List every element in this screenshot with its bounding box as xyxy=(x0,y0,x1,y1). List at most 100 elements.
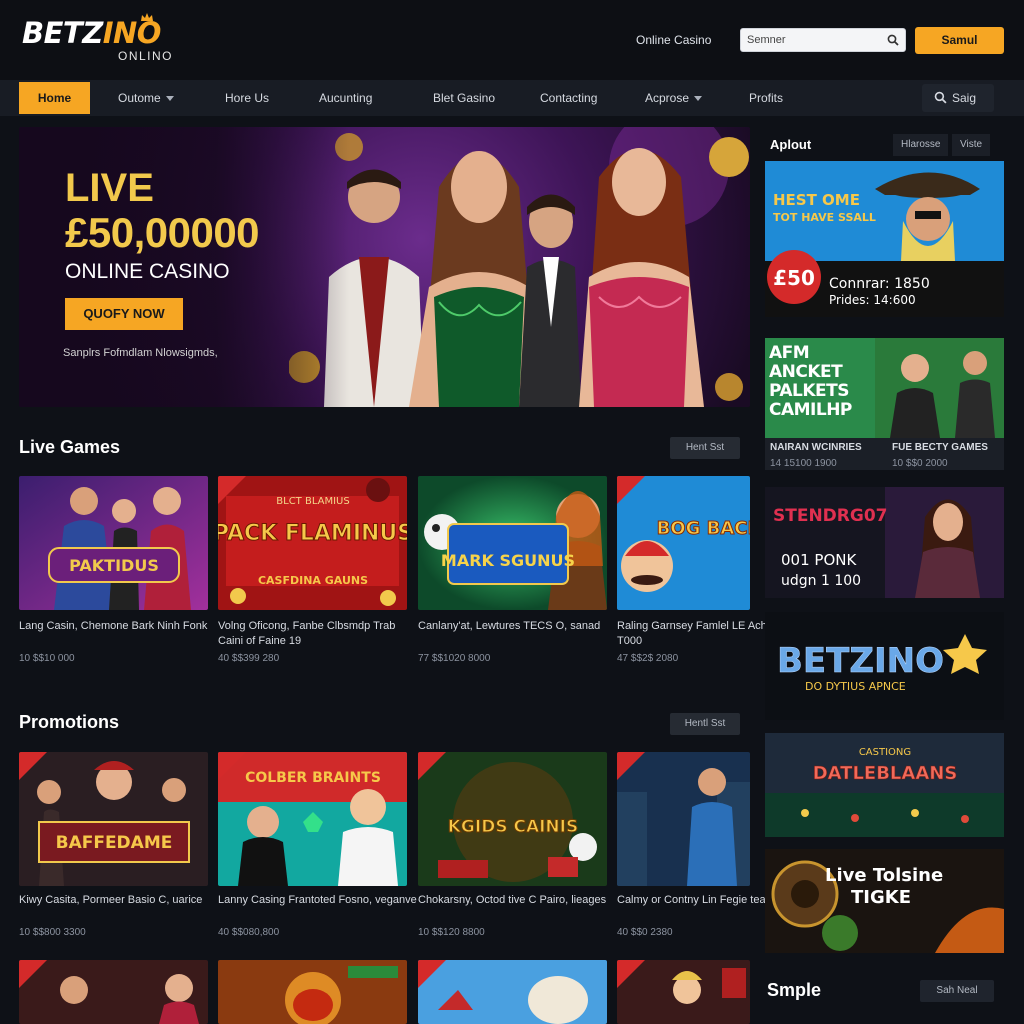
nav-item-contacting[interactable]: Contacting xyxy=(540,80,597,116)
search-field[interactable] xyxy=(740,28,906,52)
new-badge xyxy=(617,476,645,504)
hero-small-text: Sanplrs Fofmdlam Nlowsigmds, xyxy=(63,347,218,359)
nav-item-profits[interactable]: Profits xyxy=(749,80,783,116)
nav-item-home[interactable]: Home xyxy=(19,82,90,114)
game-caption: Canlany'at, Lewtures TECS O, sanad xyxy=(418,620,601,632)
hero-banner[interactable]: LIVE £50,00000 ONLINE CASINO QUOFY NOW S… xyxy=(19,127,750,407)
promotions-see-all[interactable]: Hentl Sst xyxy=(670,713,740,735)
right-panel-tab[interactable]: Hlarosse xyxy=(893,134,949,156)
right-promo-4[interactable]: BETZINO DO DYTIUS APNCE xyxy=(765,612,1004,720)
game-meta: 47 $$2$ 2080 xyxy=(617,653,679,664)
simple-section-title: Smple xyxy=(767,980,822,1000)
game-card[interactable]: BOG BACK xyxy=(617,476,750,610)
search-icon[interactable] xyxy=(887,34,899,46)
right-promo-art-text: BETZINO xyxy=(777,641,944,681)
nav-item-outome[interactable]: Outome xyxy=(118,80,174,116)
game-thumbnail xyxy=(418,960,607,1024)
game-meta: 10 $$10 000 xyxy=(19,653,75,664)
right-promo-detail1: Connrar: 1850 xyxy=(829,276,930,292)
right-promo-6[interactable]: Live Tolsine TIGKE xyxy=(765,849,1004,953)
promo-card[interactable]: KGIDS CAINIS xyxy=(418,752,607,886)
promo-caption: Chokarsny, Octod tive C Pairo, lieages xyxy=(418,894,607,906)
right-promo-detail2: Prides: 14:600 xyxy=(829,293,916,307)
promo-meta: 10 $$120 8800 xyxy=(418,927,485,938)
promo-meta: 40 $$0 2380 xyxy=(617,927,673,938)
new-badge xyxy=(418,960,446,988)
promo-thumbnail: COLBER BRAINTS xyxy=(218,752,407,886)
chevron-down-icon xyxy=(165,96,174,102)
right-promo-2[interactable]: AFM ANCKET PALKETS CAMILHP NAIRAN WCINRI… xyxy=(765,338,1004,470)
new-badge xyxy=(19,960,47,988)
right-promo-1[interactable]: HEST OME TOT HAVE SSALL £50 Connrar: 185… xyxy=(765,161,1004,317)
search-input[interactable] xyxy=(741,29,881,51)
game-thumbnail: PAKTIDUS xyxy=(19,476,208,610)
game-art-text: MARK SGUNUS xyxy=(441,551,575,570)
right-promo-art-text: AFM ANCKET PALKETS CAMILHP xyxy=(769,344,852,420)
promo-art-text: KGIDS CAINIS xyxy=(448,817,578,837)
nav-item-hore-us[interactable]: Hore Us xyxy=(225,80,269,116)
game-thumbnail xyxy=(19,960,208,1024)
game-thumbnail: BLCT BLAMIUS PACK FLAMINUS CASFDINA GAUN… xyxy=(218,476,407,610)
hero-title: LIVE xyxy=(65,166,154,210)
logo-tagline: ONLINO xyxy=(118,49,174,63)
new-badge xyxy=(218,752,246,780)
new-badge xyxy=(617,960,645,988)
game-card[interactable] xyxy=(418,960,607,1024)
right-promo-image: AFM ANCKET PALKETS CAMILHP xyxy=(765,338,1004,438)
game-art-text: PAKTIDUS xyxy=(69,556,159,575)
promo-meta: 10 $$800 3300 xyxy=(19,927,86,938)
right-promo-art-top: STENDRG07 xyxy=(773,506,888,526)
brand-logo[interactable]: BETZINO ONLINO xyxy=(22,13,182,66)
nav-search-label: Saig xyxy=(952,91,977,105)
right-promo-meta: 10 $$0 2000 xyxy=(892,458,948,469)
right-promo-image: CASTIONG DATLEBLAANS xyxy=(765,733,1004,837)
hero-cta-button[interactable]: QUOFY NOW xyxy=(65,298,183,330)
nav-label: Acprose xyxy=(645,91,690,105)
promo-art-text: BAFFEDAME xyxy=(56,833,173,853)
game-card[interactable]: MARK SGUNUS xyxy=(418,476,607,610)
nav-search-button[interactable]: Saig xyxy=(922,84,994,112)
main-nav: Home Outome Hore Us Aucunting Blet Gasin… xyxy=(0,80,1024,116)
search-icon xyxy=(934,91,947,104)
right-promo-line1: 001 PONK xyxy=(781,551,857,569)
right-promo-art-text: DATLEBLAANS xyxy=(813,763,958,784)
right-promo-top: CASTIONG xyxy=(859,747,911,758)
new-badge xyxy=(617,752,645,780)
nav-item-blet-gasino[interactable]: Blet Gasino xyxy=(433,80,495,116)
right-panel-tab[interactable]: Viste xyxy=(952,134,991,156)
right-promo-line1: Live Tolsine xyxy=(825,865,943,886)
right-promo-3[interactable]: STENDRG07 001 PONK udgn 1 100 xyxy=(765,487,1004,598)
hero-amount: £50,00000 xyxy=(65,209,260,256)
right-promo-5[interactable]: CASTIONG DATLEBLAANS xyxy=(765,733,1004,837)
right-panel-title: Aplout xyxy=(770,137,812,152)
right-promo-caption: NAIRAN WCINRIES xyxy=(770,442,862,453)
promo-card[interactable]: BAFFEDAME xyxy=(19,752,208,886)
signup-button[interactable]: Samul xyxy=(915,27,1004,54)
game-art-top: BLCT BLAMIUS xyxy=(276,496,349,507)
game-meta: 77 $$1020 8000 xyxy=(418,653,491,664)
promo-card[interactable] xyxy=(617,752,750,886)
game-card[interactable]: BLCT BLAMIUS PACK FLAMINUS CASFDINA GAUN… xyxy=(218,476,407,610)
game-card[interactable] xyxy=(617,960,750,1024)
hero-dealers-image xyxy=(289,127,749,407)
right-promo-line2: udgn 1 100 xyxy=(781,573,861,589)
promo-caption: Kiwy Casita, Pormeer Basio C, uarice xyxy=(19,894,203,906)
live-games-see-all[interactable]: Hent Sst xyxy=(670,437,740,459)
right-promo-badge: £50 xyxy=(773,266,815,290)
game-thumbnail xyxy=(218,960,407,1024)
promo-card[interactable]: COLBER BRAINTS xyxy=(218,752,407,886)
nav-item-acprose[interactable]: Acprose xyxy=(645,80,703,116)
game-thumbnail: MARK SGUNUS xyxy=(418,476,607,610)
game-art-bottom: CASFDINA GAUNS xyxy=(258,574,368,587)
right-promo-image: HEST OME TOT HAVE SSALL £50 Connrar: 185… xyxy=(765,161,1004,317)
game-card[interactable]: PAKTIDUS xyxy=(19,476,208,610)
chevron-down-icon xyxy=(694,96,703,102)
online-casino-link[interactable]: Online Casino xyxy=(636,33,711,47)
game-card[interactable] xyxy=(218,960,407,1024)
simple-see-all-button[interactable]: Sah Neal xyxy=(920,980,994,1002)
promotions-title: Promotions xyxy=(19,712,120,732)
game-card[interactable] xyxy=(19,960,208,1024)
new-badge xyxy=(418,752,446,780)
nav-item-aucunting[interactable]: Aucunting xyxy=(319,80,372,116)
new-badge xyxy=(19,752,47,780)
